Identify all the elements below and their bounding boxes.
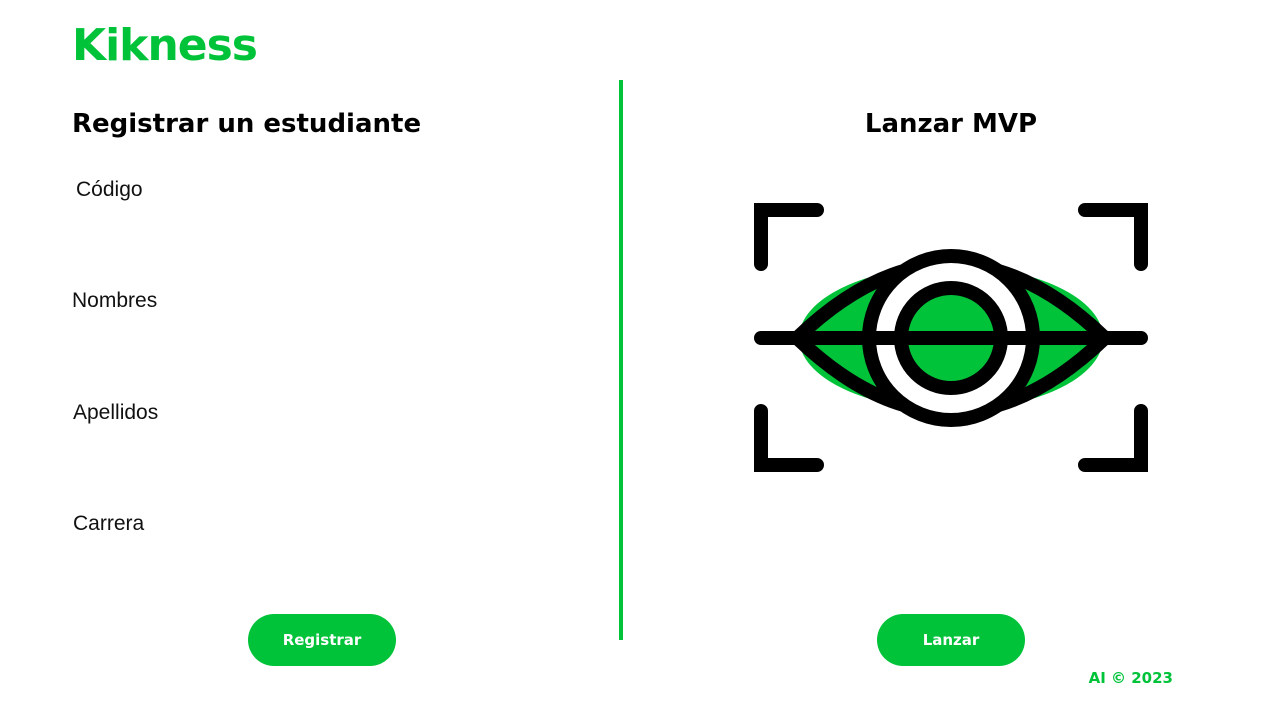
nombres-input[interactable] (72, 321, 592, 357)
panel-divider (619, 80, 623, 640)
carrera-label: Carrera (73, 512, 145, 535)
register-button[interactable]: Registrar (248, 614, 396, 666)
apellidos-label: Apellidos (73, 401, 159, 424)
codigo-input[interactable] (72, 210, 592, 246)
launch-title: Lanzar MVP (864, 109, 1038, 139)
scan-corner-top-right (1078, 203, 1148, 271)
launch-button[interactable]: Lanzar (877, 614, 1025, 666)
register-title: Registrar un estudiante (72, 109, 422, 139)
scan-corner-top-left (754, 203, 824, 271)
nombres-label: Nombres (72, 289, 158, 312)
scan-corner-bottom-right (1078, 404, 1148, 472)
codigo-label: Código (76, 178, 143, 201)
carrera-input[interactable] (72, 544, 592, 580)
brand-logo: Kikness (72, 20, 258, 71)
scan-corner-bottom-left (754, 404, 824, 472)
footer-copyright: AI © 2023 (1088, 669, 1173, 687)
eye-scan-icon (754, 203, 1148, 472)
apellidos-input[interactable] (72, 433, 592, 469)
